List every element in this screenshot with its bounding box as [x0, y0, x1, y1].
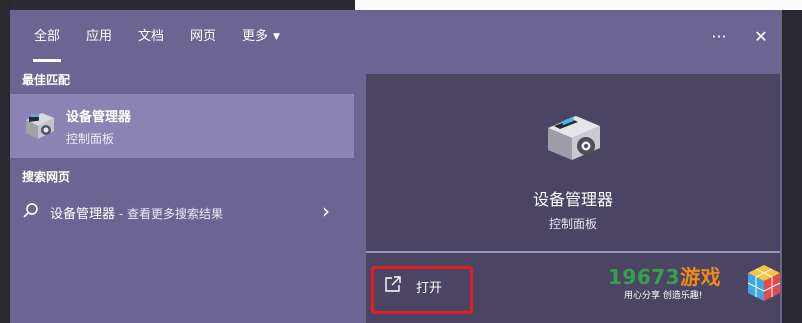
- open-button[interactable]: 打开: [371, 264, 473, 314]
- watermark-logo: 19673游戏 用心分享 创造乐趣!: [596, 259, 796, 309]
- best-match-heading: 最佳匹配: [22, 73, 71, 87]
- web-search-text: 设备管理器 - 查看更多搜索结果: [50, 203, 223, 222]
- search-web-heading: 搜索网页: [22, 170, 71, 184]
- tab-more-label: 更多: [242, 29, 269, 44]
- tab-apps-label: 应用: [86, 29, 113, 44]
- best-match-subtitle: 控制面板: [66, 132, 115, 146]
- tab-web-label: 网页: [190, 29, 217, 44]
- tab-apps[interactable]: 应用: [86, 26, 112, 48]
- annotation-highlight-box: [371, 266, 473, 314]
- chevron-right-icon[interactable]: ›: [322, 199, 330, 223]
- close-button[interactable]: ✕: [748, 24, 774, 50]
- tab-all[interactable]: 全部: [32, 26, 62, 62]
- best-match-title: 设备管理器: [66, 110, 132, 125]
- tab-documents[interactable]: 文档: [138, 26, 164, 48]
- more-options-button[interactable]: ···: [706, 24, 732, 50]
- background-page-strip: [355, 0, 802, 10]
- watermark-game-text: 游戏: [680, 265, 722, 289]
- web-search-result[interactable]: 设备管理器 - 查看更多搜索结果 ›: [10, 196, 354, 228]
- device-manager-large-icon: [548, 116, 600, 160]
- results-list: 最佳匹配 设备管理器 控制面板 搜索网页 设备管理器 - 查看更多搜索结果 ›: [10, 66, 354, 323]
- best-match-result[interactable]: 设备管理器 控制面板: [10, 94, 354, 158]
- close-icon: ✕: [754, 27, 768, 46]
- background-left-edge: [0, 0, 10, 323]
- watermark-digits: 19673: [608, 265, 681, 289]
- tab-all-label: 全部: [34, 29, 61, 44]
- device-manager-icon: [26, 113, 54, 139]
- search-icon: [23, 203, 38, 218]
- web-search-suffix: - 查看更多搜索结果: [115, 207, 223, 221]
- cube-logo-icon: [747, 265, 781, 301]
- detail-subtitle: 控制面板: [548, 217, 597, 231]
- watermark-title: 19673游戏: [608, 261, 721, 290]
- divider: [366, 251, 780, 253]
- tab-documents-label: 文档: [138, 29, 165, 44]
- chevron-down-icon: ▼: [273, 32, 280, 42]
- detail-title: 设备管理器: [532, 190, 613, 209]
- more-options-icon: ···: [711, 27, 727, 46]
- web-search-query: 设备管理器: [50, 207, 116, 222]
- tab-bar: 全部 应用 文档 网页 更多 ▼ ··· ✕: [10, 10, 782, 62]
- watermark-slogan: 用心分享 创造乐趣!: [624, 291, 703, 301]
- tab-more[interactable]: 更多 ▼: [242, 26, 280, 48]
- tab-web[interactable]: 网页: [190, 26, 216, 48]
